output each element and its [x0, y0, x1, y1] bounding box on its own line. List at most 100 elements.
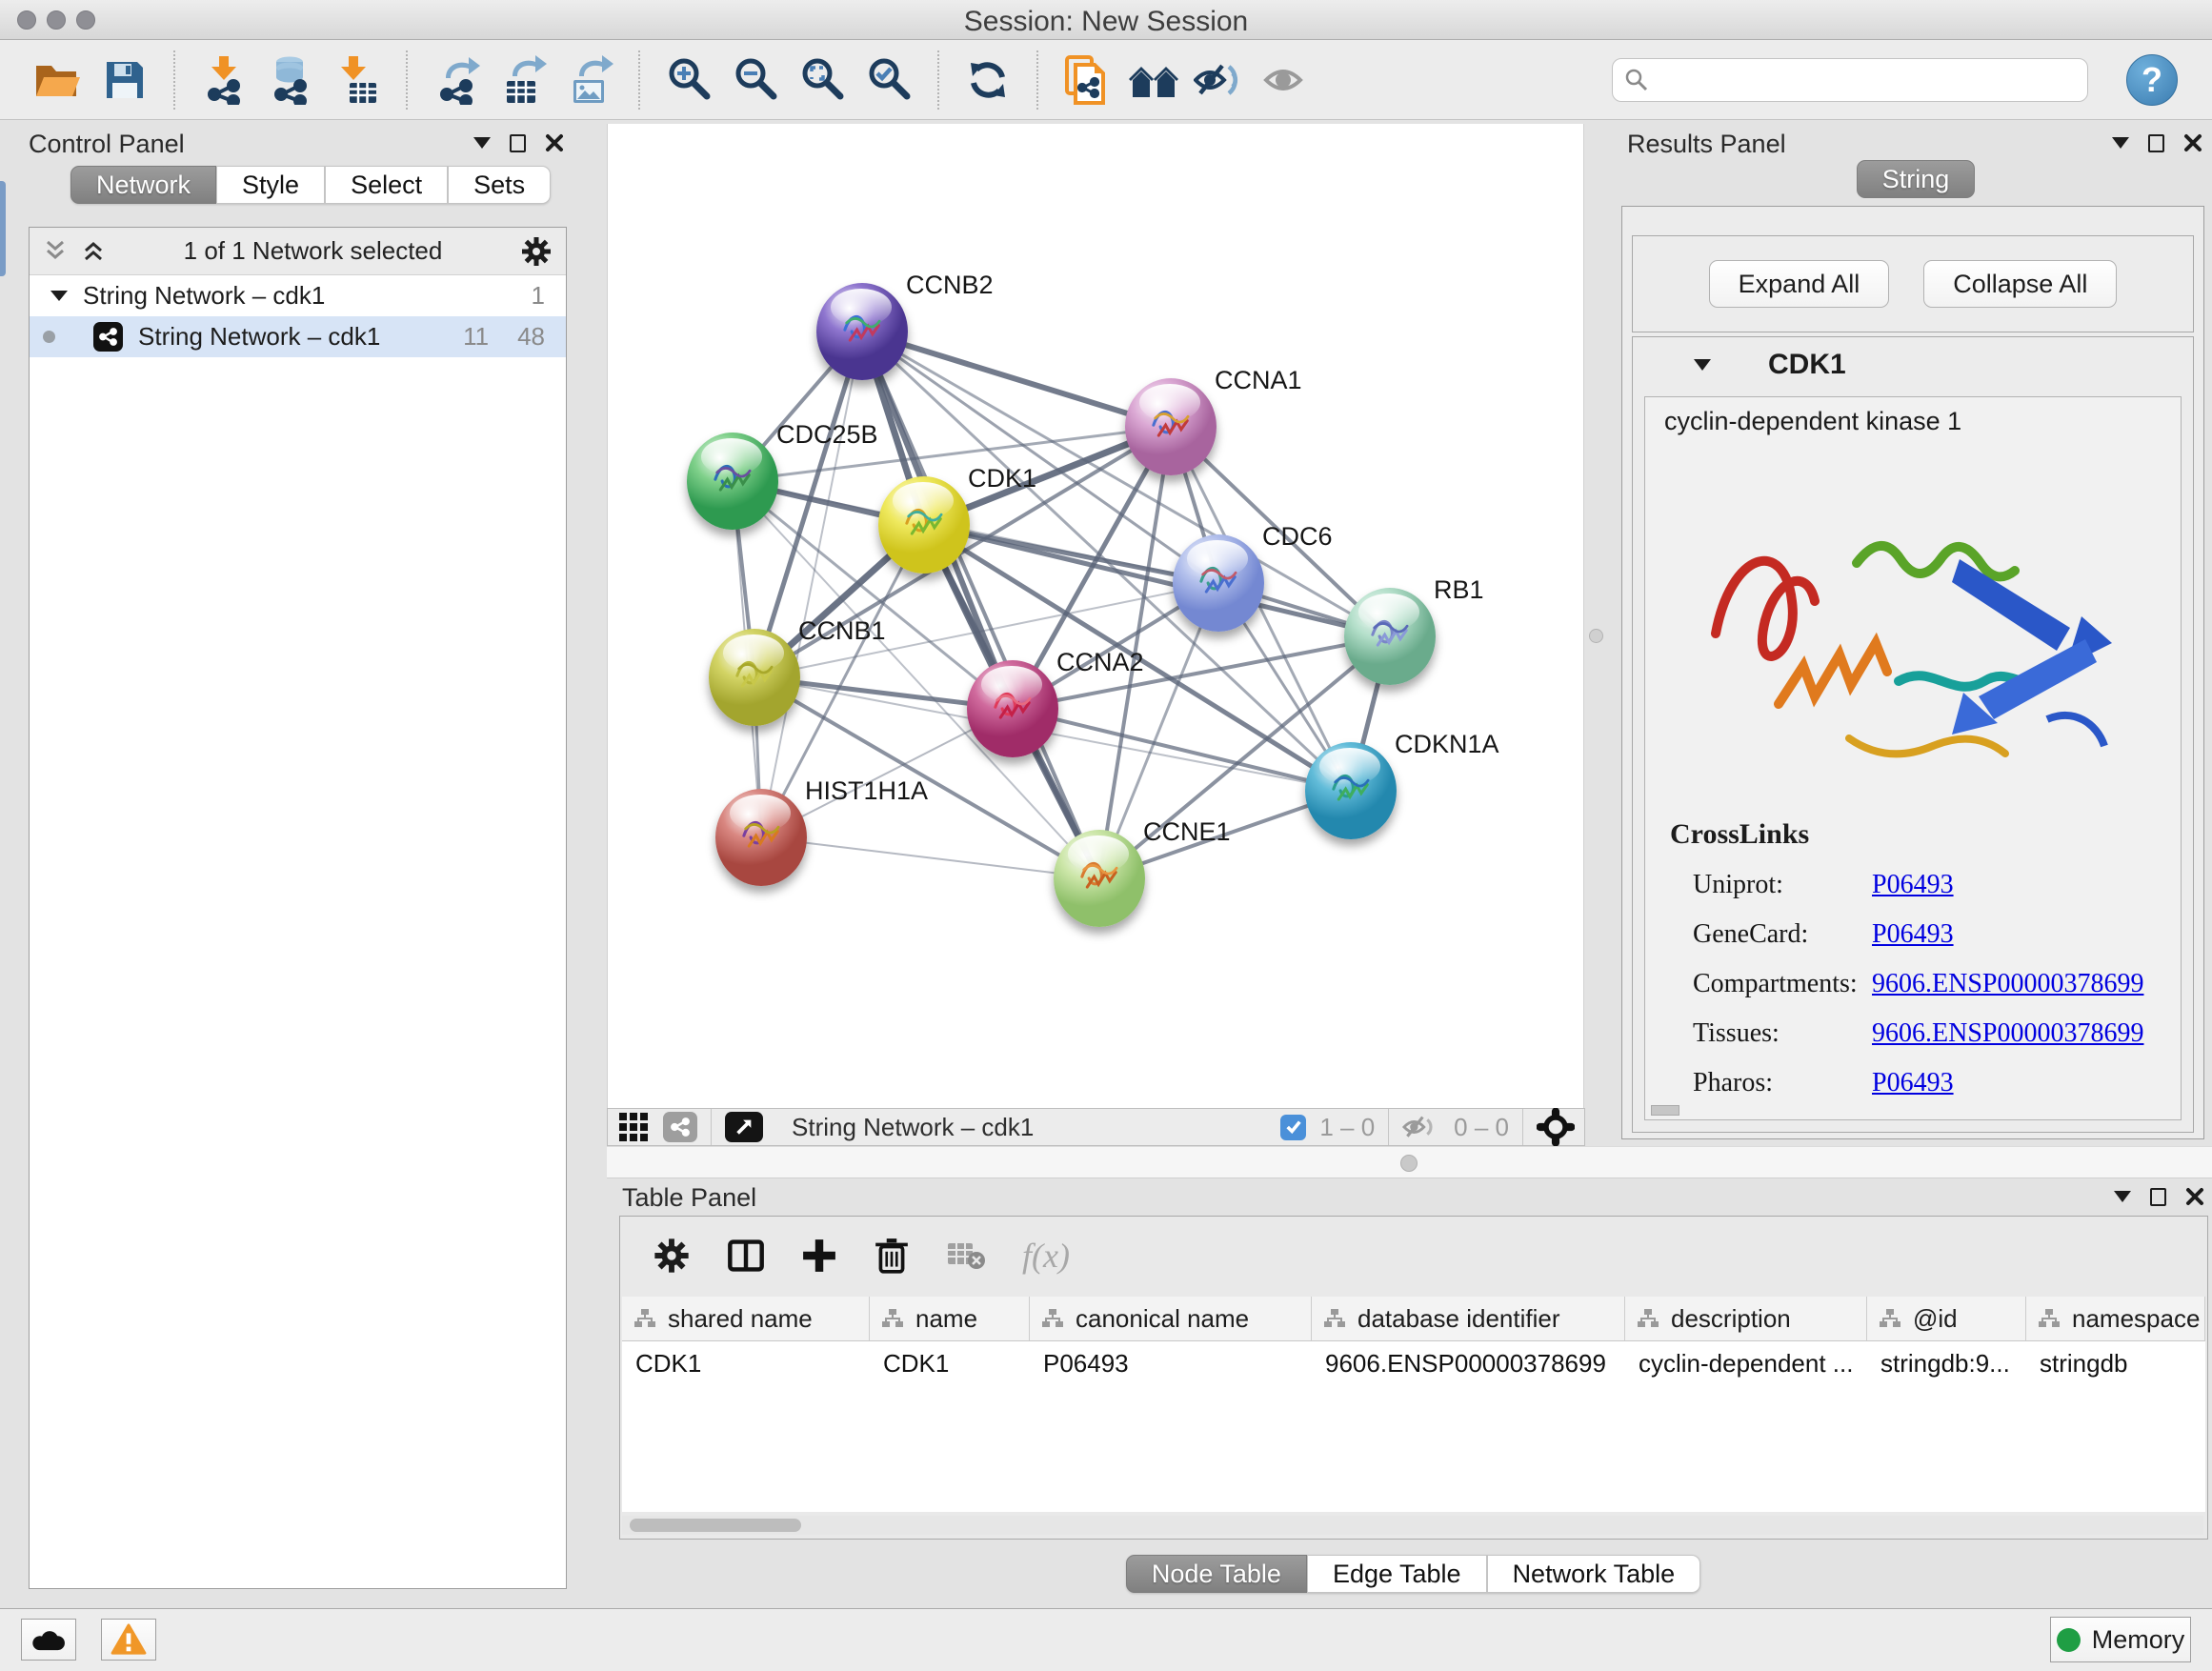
gear-icon[interactable] — [520, 235, 553, 268]
crosslink-value-link[interactable]: 9606.ENSP00000378699 — [1872, 969, 2143, 999]
apply-layout-button[interactable] — [955, 49, 1021, 111]
column-header-database-identifier[interactable]: database identifier — [1312, 1297, 1625, 1340]
cloud-button[interactable] — [21, 1619, 76, 1661]
network-edge[interactable] — [761, 332, 862, 837]
trash-icon[interactable] — [874, 1237, 910, 1275]
expand-all-icon[interactable] — [81, 239, 106, 264]
float-panel-icon[interactable] — [2150, 1188, 2166, 1206]
column-header-description[interactable]: description — [1625, 1297, 1867, 1340]
column-header-name[interactable]: name — [870, 1297, 1030, 1340]
open-session-button[interactable] — [25, 49, 91, 111]
network-node-ccnb1[interactable] — [709, 629, 800, 726]
network-edge[interactable] — [1013, 709, 1351, 791]
tree-expander-icon[interactable] — [50, 291, 68, 301]
crosslink-value-link[interactable]: 9606.ENSP00000378699 — [1872, 1018, 2143, 1049]
crosslink-value-link[interactable]: P06493 — [1872, 919, 1954, 950]
network-collection-row[interactable]: String Network – cdk1 1 — [30, 275, 566, 316]
network-node-cdk1[interactable] — [878, 476, 970, 574]
table-hscrollbar[interactable] — [622, 1516, 2203, 1535]
help-button[interactable]: ? — [2126, 54, 2178, 106]
tab-sets[interactable]: Sets — [448, 166, 551, 204]
network-node-cdc25b[interactable] — [687, 433, 778, 530]
network-edge[interactable] — [862, 332, 1171, 427]
float-panel-icon[interactable] — [2148, 134, 2164, 152]
gear-icon[interactable] — [653, 1237, 691, 1275]
import-table-button[interactable] — [324, 49, 391, 111]
column-header-canonical-name[interactable]: canonical name — [1030, 1297, 1312, 1340]
save-session-button[interactable] — [91, 49, 158, 111]
zoom-fit-button[interactable] — [789, 49, 855, 111]
tab-network-table[interactable]: Network Table — [1487, 1555, 1701, 1593]
float-panel-icon[interactable] — [510, 134, 526, 152]
selected-checkbox-icon[interactable] — [1280, 1115, 1306, 1140]
import-network-database-button[interactable] — [257, 49, 324, 111]
network-edge[interactable] — [761, 837, 1099, 878]
scrollbar-thumb[interactable] — [630, 1519, 801, 1532]
crosslink-value-link[interactable]: P06493 — [1872, 1068, 1954, 1098]
string-protein-query-button[interactable] — [1054, 49, 1120, 111]
tab-select[interactable]: Select — [325, 166, 448, 204]
collapse-all-icon[interactable] — [43, 239, 68, 264]
tab-node-table[interactable]: Node Table — [1126, 1555, 1307, 1593]
network-view-icon[interactable] — [663, 1112, 697, 1142]
export-table-button[interactable] — [490, 49, 556, 111]
network-node-ccna2[interactable] — [967, 660, 1058, 757]
zoom-selected-button[interactable] — [855, 49, 922, 111]
network-node-hist1h1a[interactable] — [715, 789, 807, 886]
close-panel-icon[interactable] — [545, 133, 564, 152]
inner-scrollbar[interactable] — [1651, 1105, 1679, 1116]
birds-eye-view-button[interactable] — [725, 1112, 763, 1142]
table-cell[interactable]: stringdb — [2026, 1341, 2205, 1385]
columns-icon[interactable] — [727, 1237, 765, 1275]
column-header-namespace[interactable]: namespace — [2026, 1297, 2205, 1340]
tab-edge-table[interactable]: Edge Table — [1307, 1555, 1487, 1593]
panel-menu-icon[interactable] — [473, 137, 491, 149]
table-cell[interactable]: CDK1 — [622, 1341, 870, 1385]
network-node-cdc6[interactable] — [1173, 534, 1264, 632]
import-network-file-button[interactable] — [191, 49, 257, 111]
network-canvas[interactable]: CCNB2CCNA1CDC25BCDK1CDC6RB1CCNB1CCNA2CDK… — [607, 124, 1584, 1108]
network-node-rb1[interactable] — [1344, 588, 1436, 685]
table-cell[interactable]: 9606.ENSP00000378699 — [1312, 1341, 1625, 1385]
crosslink-value-link[interactable]: P06493 — [1872, 870, 1954, 900]
column-header-shared-name[interactable]: shared name — [622, 1297, 870, 1340]
center-view-icon[interactable] — [1537, 1108, 1575, 1146]
network-node-cdkn1a[interactable] — [1305, 742, 1397, 839]
show-glass-button[interactable] — [1254, 49, 1320, 111]
tab-string[interactable]: String — [1857, 160, 1976, 198]
column-header-@id[interactable]: @id — [1867, 1297, 2026, 1340]
splitter-handle[interactable] — [1400, 1155, 1418, 1172]
close-panel-icon[interactable] — [2185, 1187, 2204, 1206]
warnings-button[interactable] — [101, 1619, 156, 1661]
table-cell[interactable]: P06493 — [1030, 1341, 1312, 1385]
network-node-ccna1[interactable] — [1125, 378, 1217, 475]
export-network-button[interactable] — [423, 49, 490, 111]
network-row[interactable]: String Network – cdk1 11 48 — [30, 316, 566, 357]
network-node-ccne1[interactable] — [1054, 830, 1145, 927]
tab-style[interactable]: Style — [216, 166, 325, 204]
zoom-in-button[interactable] — [655, 49, 722, 111]
export-image-button[interactable] — [556, 49, 623, 111]
close-panel-icon[interactable] — [2183, 133, 2202, 152]
network-node-ccnb2[interactable] — [816, 283, 908, 380]
table-cell[interactable]: stringdb:9... — [1867, 1341, 2026, 1385]
add-icon[interactable] — [801, 1238, 837, 1274]
zoom-out-button[interactable] — [722, 49, 789, 111]
grid-view-icon[interactable] — [617, 1111, 650, 1143]
tab-network[interactable]: Network — [70, 166, 216, 204]
collapsed-panel-handle[interactable] — [0, 181, 6, 276]
memory-button[interactable]: Memory — [2050, 1617, 2191, 1662]
panel-menu-icon[interactable] — [2112, 137, 2129, 149]
expand-all-button[interactable]: Expand All — [1709, 260, 1890, 308]
collapse-all-button[interactable]: Collapse All — [1923, 260, 2117, 308]
horizontal-splitter[interactable] — [607, 1146, 2212, 1178]
panel-menu-icon[interactable] — [2114, 1191, 2131, 1202]
table-cell[interactable]: cyclin-dependent ... — [1625, 1341, 1867, 1385]
table-row[interactable]: CDK1CDK1P064939606.ENSP00000378699cyclin… — [622, 1341, 2205, 1385]
table-cell[interactable]: CDK1 — [870, 1341, 1030, 1385]
search-input[interactable] — [1657, 65, 2076, 94]
string-home-button[interactable] — [1120, 49, 1187, 111]
section-expander-icon[interactable] — [1694, 359, 1711, 371]
panel-splitter-handle[interactable] — [1589, 629, 1603, 643]
hide-glass-button[interactable] — [1187, 49, 1254, 111]
